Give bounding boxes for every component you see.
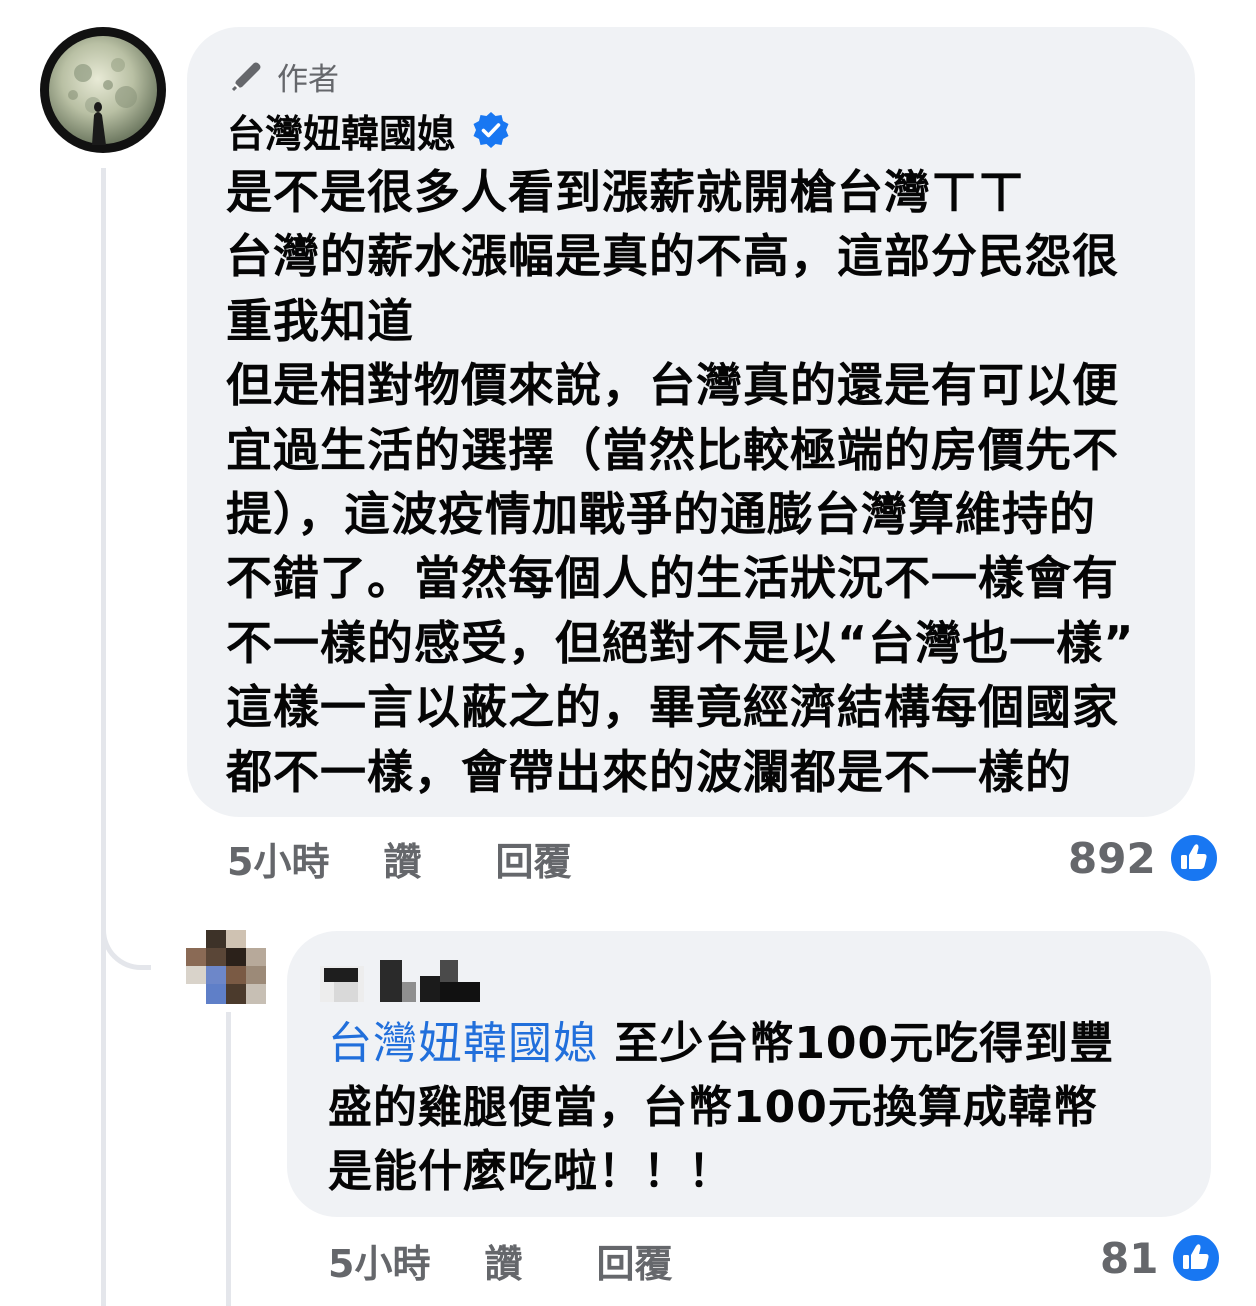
comment-actions: 5小時 讚 回覆 bbox=[227, 832, 571, 884]
like-reaction-icon bbox=[1170, 1232, 1222, 1284]
reply-author-name-redacted[interactable] bbox=[320, 960, 485, 1004]
reply-thread-line bbox=[226, 1012, 231, 1306]
verified-badge-icon bbox=[473, 112, 509, 148]
comment-line: 不錯了。當然每個人的生活狀況不一樣會有 bbox=[226, 551, 1119, 606]
reply-like-count: 81 bbox=[1100, 1233, 1159, 1283]
moon-avatar-image bbox=[49, 36, 157, 145]
comment-line: 是不是很多人看到漲薪就開槍台灣ㄒㄒ bbox=[226, 165, 1025, 219]
reply-line: 是能什麼吃啦！！！ bbox=[328, 1146, 733, 1197]
reaction-summary[interactable]: 892 bbox=[1068, 830, 1220, 886]
thread-connector-line bbox=[101, 168, 106, 1306]
reply-button[interactable]: 回覆 bbox=[495, 831, 571, 886]
comment-line: 但是相對物價來說，台灣真的還是有可以便 bbox=[226, 358, 1119, 413]
comment-timestamp[interactable]: 5小時 bbox=[227, 831, 329, 886]
reply-line: 盛的雞腿便當，台幣100元換算成韓幣 bbox=[328, 1082, 1098, 1133]
comment-author-name[interactable]: 台灣妞韓國媳 bbox=[227, 104, 511, 156]
reply-reaction-summary[interactable]: 81 bbox=[1100, 1230, 1222, 1286]
comment-line: 這樣一言以蔽之的，畢竟經濟結構每個國家 bbox=[226, 680, 1119, 735]
reply-body: 台灣妞韓國媳 至少台幣100元吃得到豐 盛的雞腿便當，台幣100元換算成韓幣 是… bbox=[328, 1012, 1188, 1204]
comment-body: 是不是很多人看到漲薪就開槍台灣ㄒㄒ 台灣的薪水漲幅是真的不高，這部分民怨很 重我… bbox=[226, 160, 1166, 804]
author-badge: 作者 bbox=[227, 52, 339, 100]
comment-line: 提），這波疫情加戰爭的通膨台灣算維持的 bbox=[226, 487, 1096, 542]
reply-reply-button[interactable]: 回覆 bbox=[596, 1233, 672, 1288]
pen-icon bbox=[231, 62, 261, 92]
reply-connector-curve bbox=[101, 860, 151, 970]
like-reaction-icon bbox=[1168, 832, 1220, 884]
author-mention-link[interactable]: 台灣妞韓國媳 bbox=[328, 1018, 598, 1069]
reply-line: 台灣妞韓國媳 至少台幣100元吃得到豐 bbox=[328, 1012, 1188, 1076]
reply-actions: 5小時 讚 回覆 bbox=[328, 1234, 672, 1286]
reply-author-avatar[interactable] bbox=[186, 930, 266, 1004]
comment-line: 宜過生活的選擇（當然比較極端的房價先不 bbox=[226, 422, 1119, 477]
author-avatar[interactable] bbox=[40, 27, 166, 153]
like-count: 892 bbox=[1068, 833, 1156, 883]
like-button[interactable]: 讚 bbox=[383, 831, 421, 886]
reply-like-button[interactable]: 讚 bbox=[484, 1233, 522, 1288]
comment-line: 不一樣的感受，但絕對不是以“台灣也一樣” bbox=[226, 615, 1135, 670]
comment-line: 台灣的薪水漲幅是真的不高，這部分民怨很 bbox=[226, 229, 1119, 284]
redacted-name-blocks bbox=[320, 960, 480, 1002]
reply-line-text: 至少台幣100元吃得到豐 bbox=[598, 1018, 1115, 1069]
pixelated-avatar-image bbox=[186, 930, 266, 1004]
comment-line: 都不一樣，會帶出來的波瀾都是不一樣的 bbox=[226, 744, 1072, 799]
author-badge-label: 作者 bbox=[277, 61, 339, 98]
comment-line: 重我知道 bbox=[226, 293, 414, 348]
author-name-text[interactable]: 台灣妞韓國媳 bbox=[227, 103, 455, 158]
reply-timestamp[interactable]: 5小時 bbox=[328, 1233, 430, 1288]
